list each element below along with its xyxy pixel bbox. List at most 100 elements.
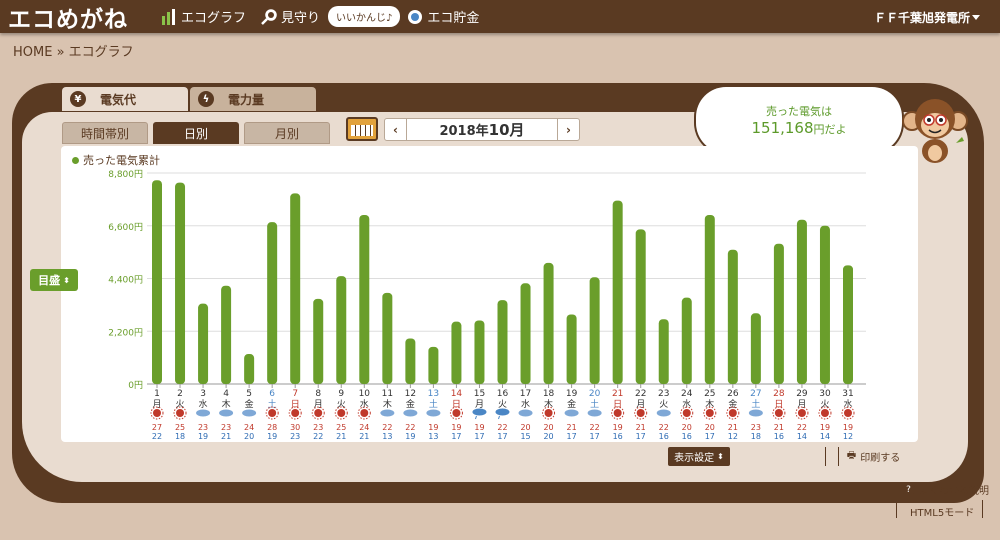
cloud-icon (242, 409, 257, 417)
month-navigator: ‹ 2018年10月 › (384, 118, 580, 141)
tab-electricity-cost[interactable]: ¥ 電気代 (62, 87, 188, 111)
x-tick-label: 8 (315, 389, 321, 399)
sold-amount-line: 151,168円だよ (696, 119, 902, 137)
low-temp-label: 16 (659, 432, 669, 441)
sun-icon (291, 409, 300, 417)
high-temp-label: 19 (820, 423, 830, 432)
calendar-icon[interactable] (346, 117, 378, 141)
prev-month-button[interactable]: ‹ (385, 119, 407, 140)
bar-chart-icon (162, 8, 175, 25)
x-tick-label: 24 (681, 389, 693, 399)
sun-icon (844, 409, 852, 417)
bar (843, 265, 853, 384)
divider (982, 500, 983, 518)
y-tick-label: 4,400円 (108, 275, 143, 286)
high-temp-label: 25 (336, 423, 346, 432)
help-link[interactable]: ? よくわかる説明 (902, 482, 989, 497)
low-temp-label: 21 (221, 432, 231, 441)
help-label: よくわかる説明 (919, 486, 989, 497)
nav-eco-savings-label: エコ貯金 (427, 11, 480, 26)
next-month-button[interactable]: › (557, 119, 579, 140)
weekday-label: 土 (751, 398, 760, 410)
x-tick-label: 21 (612, 389, 623, 399)
month-title: 2018年10月 (407, 119, 557, 140)
y-tick-label: 0円 (128, 380, 143, 391)
high-temp-label: 28 (267, 423, 277, 432)
bar (681, 297, 692, 384)
x-tick-label: 6 (269, 389, 275, 399)
tab-electricity-amount[interactable]: ϟ 電力量 (190, 87, 316, 111)
high-temp-label: 21 (636, 423, 646, 432)
sun-icon (337, 409, 346, 417)
bar (773, 243, 784, 384)
nav-mimamori[interactable]: 見守り (260, 7, 320, 26)
x-tick-label: 12 (405, 389, 416, 399)
x-tick-label: 31 (842, 389, 853, 399)
rain-icon (472, 408, 487, 416)
sun-icon (153, 409, 161, 417)
bar (819, 225, 830, 384)
x-tick-label: 22 (635, 389, 646, 399)
printer-icon: 🖶 (846, 450, 857, 461)
nav-ecograph-label: エコグラフ (181, 11, 247, 26)
bar (359, 214, 370, 384)
weekday-label: 金 (245, 398, 254, 410)
low-temp-label: 12 (843, 432, 853, 441)
nav-eco-savings[interactable]: エコ貯金 (406, 7, 479, 26)
bar (612, 200, 623, 384)
breadcrumb[interactable]: HOME » エコグラフ (13, 41, 134, 60)
low-temp-label: 13 (428, 432, 438, 441)
tab-daily[interactable]: 日別 (153, 122, 239, 144)
display-settings-button[interactable]: 表示設定 ⬍ (668, 447, 730, 466)
low-temp-label: 20 (244, 432, 254, 441)
x-tick-label: 11 (382, 389, 393, 399)
low-temp-label: 18 (175, 432, 185, 441)
tab-monthly[interactable]: 月別 (244, 122, 330, 144)
sun-icon (636, 409, 645, 417)
sun-icon (820, 409, 829, 417)
piggy-bank-icon (408, 9, 423, 24)
x-tick-label: 16 (497, 389, 509, 399)
month-month: 10月 (488, 121, 525, 139)
cloud-icon (196, 409, 211, 417)
app-logo[interactable]: エコめがね (8, 0, 160, 34)
tab-hourly[interactable]: 時間帯別 (62, 122, 148, 144)
bar (566, 314, 577, 384)
station-selector[interactable]: ＦＦ千葉旭発電所 (874, 9, 970, 26)
x-tick-label: 9 (338, 389, 344, 399)
y-tick-label: 2,200円 (108, 327, 143, 338)
sun-icon (728, 409, 737, 417)
y-tick-label: 6,600円 (108, 222, 143, 233)
cloud-icon (219, 409, 234, 417)
x-tick-label: 14 (451, 389, 463, 399)
high-temp-label: 22 (590, 423, 600, 432)
low-temp-label: 16 (682, 432, 692, 441)
weekday-label: 木 (383, 398, 392, 410)
x-tick-label: 17 (520, 389, 531, 399)
bar (796, 219, 807, 384)
weekday-label: 水 (521, 398, 530, 410)
x-tick-label: 18 (543, 389, 555, 399)
high-temp-label: 22 (382, 423, 392, 432)
high-temp-label: 22 (405, 423, 415, 432)
bar (382, 292, 393, 384)
bar (244, 354, 255, 384)
low-temp-label: 17 (567, 432, 577, 441)
sold-suffix: 円だよ (813, 123, 847, 136)
low-temp-label: 15 (520, 432, 530, 441)
question-icon: ? (902, 483, 915, 496)
low-temp-label: 17 (451, 432, 461, 441)
low-temp-label: 16 (613, 432, 623, 441)
high-temp-label: 19 (451, 423, 461, 432)
bar (152, 180, 162, 384)
sun-icon (268, 409, 277, 417)
low-temp-label: 16 (774, 432, 784, 441)
x-tick-label: 20 (589, 389, 601, 399)
nav-ecograph[interactable]: エコグラフ (160, 7, 246, 26)
rain-icon (495, 408, 510, 416)
magnifier-icon (261, 8, 277, 25)
print-button[interactable]: 🖶 印刷する (838, 447, 908, 466)
bar (589, 277, 600, 384)
html5-mode-button[interactable]: HTML5モード (906, 502, 974, 521)
weekday-label: 月 (475, 399, 484, 410)
